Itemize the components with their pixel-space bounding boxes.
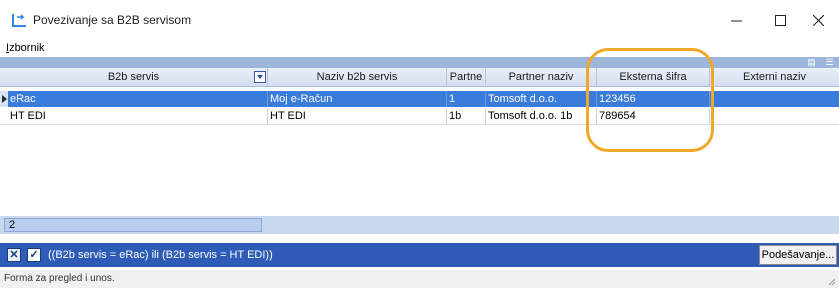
app-icon — [12, 14, 26, 27]
enable-filter-checkbox[interactable]: ✓ — [27, 248, 41, 262]
column-header-label: Naziv b2b servis — [316, 71, 398, 83]
cell-b2b-servis[interactable]: HT EDI — [8, 108, 268, 124]
cell-b2b-servis[interactable]: eRac — [8, 91, 268, 107]
status-text: Forma za pregled i unos. — [4, 273, 115, 284]
menu-bar: Izbornik — [0, 40, 839, 57]
row-indicator — [0, 91, 8, 107]
cell-partner-naziv[interactable]: Tomsoft d.o.o. — [486, 91, 597, 107]
filter-expression[interactable]: ((B2b servis = eRac) ili (B2b servis = H… — [48, 249, 273, 261]
filter-bar: ✕ ✓ ((B2b servis = eRac) ili (B2b servis… — [0, 243, 839, 267]
clear-filter-icon[interactable]: ✕ — [7, 248, 21, 262]
row-count-summary: 2 — [4, 218, 262, 232]
title-bar: Povezivanje sa B2B servisom — [0, 0, 839, 40]
filter-dropdown-icon[interactable] — [254, 71, 266, 83]
grid-menu-icon[interactable]: ☰ — [825, 58, 834, 67]
cell-externi-naziv[interactable] — [710, 91, 839, 107]
column-header-label: Partner naziv — [508, 71, 574, 83]
menu-label: zbornik — [9, 42, 45, 54]
minimize-icon — [730, 20, 742, 21]
maximize-button[interactable] — [762, 0, 798, 40]
status-bar: Forma za pregled i unos. — [0, 270, 839, 288]
maximize-icon — [774, 14, 786, 26]
resize-grip-icon[interactable] — [827, 277, 835, 285]
column-header-b2b-servis[interactable]: B2b servis — [0, 68, 268, 86]
cell-partner[interactable]: 1 — [447, 91, 486, 107]
column-header-externi-naziv[interactable]: Externi naziv — [710, 68, 839, 86]
minimize-button[interactable] — [718, 0, 754, 40]
grid-empty-area — [0, 126, 839, 212]
menu-izbornik[interactable]: Izbornik — [6, 42, 45, 54]
window-title: Povezivanje sa B2B servisom — [33, 13, 192, 27]
column-header-label: Partne — [449, 71, 483, 83]
cell-externi-naziv[interactable] — [710, 108, 839, 124]
column-header-naziv[interactable]: Naziv b2b servis — [268, 68, 447, 86]
highlight-annotation — [586, 48, 714, 152]
column-chooser-icon[interactable]: ▤ — [807, 58, 816, 67]
column-header-label: Externi naziv — [743, 71, 806, 83]
column-header-label: B2b servis — [107, 71, 160, 83]
column-header-partner[interactable]: Partne — [447, 68, 486, 86]
cell-naziv[interactable]: Moj e-Račun — [268, 91, 447, 107]
cell-partner-naziv[interactable]: Tomsoft d.o.o. 1b — [486, 108, 597, 124]
current-row-icon — [2, 95, 7, 103]
settings-button[interactable]: Podešavanje... — [759, 245, 837, 265]
column-header-partner-naziv[interactable]: Partner naziv — [486, 68, 597, 86]
grid-footer: 2 — [0, 216, 839, 234]
close-icon — [812, 14, 824, 26]
cell-naziv[interactable]: HT EDI — [268, 108, 447, 124]
close-button[interactable] — [800, 0, 836, 40]
cell-partner[interactable]: 1b — [447, 108, 486, 124]
